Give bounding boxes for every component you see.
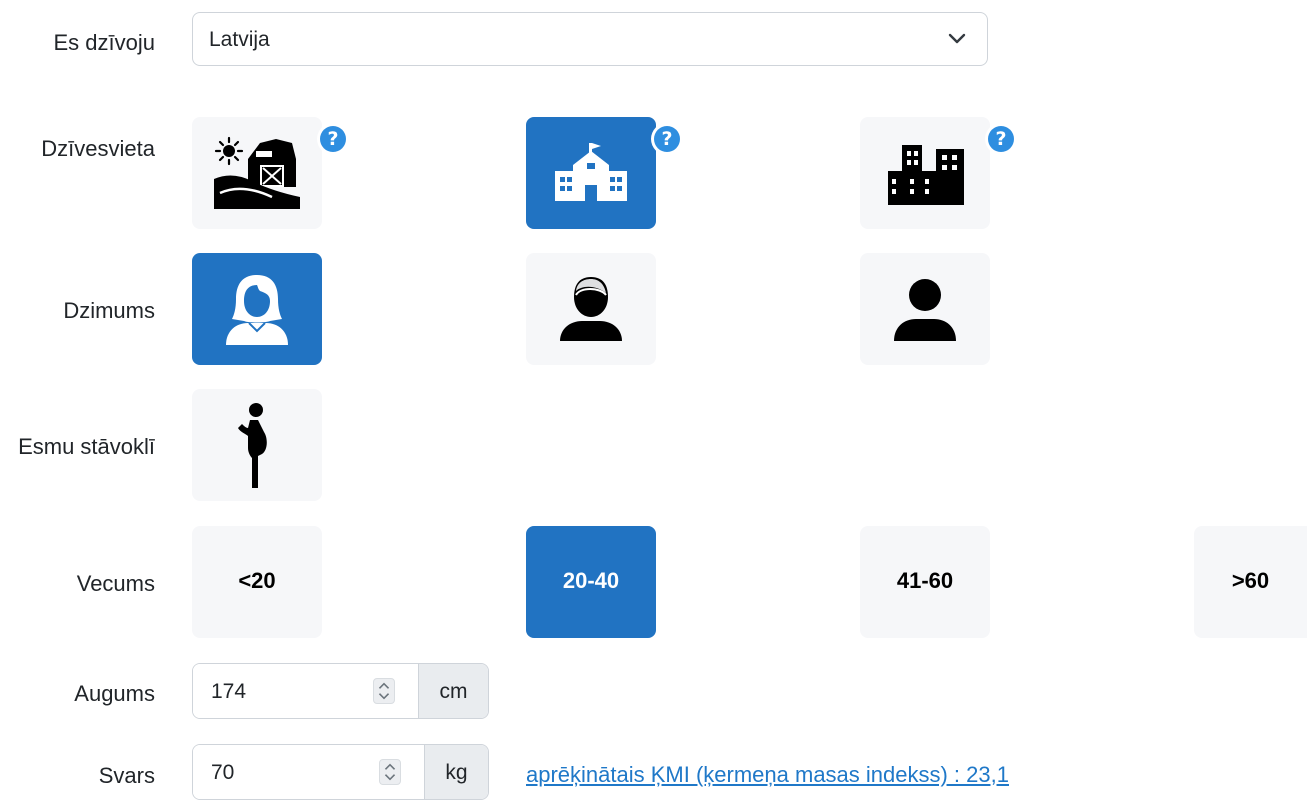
age-option-over-60[interactable]: >60	[1194, 526, 1307, 638]
residence-help-button-2[interactable]: ?	[651, 123, 683, 155]
gender-label: Dzimums	[63, 298, 155, 323]
country-label: Es dzīvoju	[53, 30, 156, 55]
age-option-label: 41-60	[896, 568, 954, 593]
age-option-under-20[interactable]: <20	[192, 526, 322, 638]
weight-input-group: 70 kg	[192, 744, 489, 800]
height-input-group: 174 cm	[192, 663, 489, 719]
gender-option-female[interactable]	[192, 253, 322, 365]
pregnant-woman-icon	[238, 403, 267, 488]
question-icon: ?	[988, 126, 1014, 152]
weight-spinner[interactable]	[379, 759, 401, 785]
school-building-icon	[555, 143, 627, 201]
question-icon: ?	[320, 126, 346, 152]
country-select[interactable]: Latvija	[192, 12, 988, 66]
age-option-41-60[interactable]: 41-60	[860, 526, 990, 638]
chevron-down-icon	[948, 33, 966, 44]
height-spinner[interactable]	[373, 678, 395, 704]
city-buildings-icon	[888, 145, 964, 205]
age-option-20-40[interactable]: 20-40	[526, 526, 656, 638]
age-option-label: <20	[238, 568, 276, 593]
weight-label: Svars	[98, 763, 155, 788]
residence-label: Dzīvesvieta	[41, 136, 155, 161]
spinner-arrows-icon	[378, 682, 390, 700]
age-option-label: 20-40	[562, 568, 620, 593]
residence-option-town[interactable]	[526, 117, 656, 229]
residence-option-rural[interactable]	[192, 117, 322, 229]
male-user-icon	[560, 277, 622, 341]
spinner-arrows-icon	[384, 763, 396, 781]
height-input-value: 174	[211, 680, 247, 703]
pregnancy-label: Esmu stāvoklī	[18, 434, 155, 459]
age-label: Vecums	[76, 571, 155, 596]
height-unit: cm	[418, 664, 488, 718]
residence-help-button-3[interactable]: ?	[985, 123, 1017, 155]
height-label: Augums	[74, 681, 155, 706]
gender-option-male[interactable]	[526, 253, 656, 365]
question-icon: ?	[654, 126, 680, 152]
height-input[interactable]: 174	[193, 664, 419, 718]
weight-unit: kg	[424, 745, 488, 799]
gender-option-unspecified[interactable]	[860, 253, 990, 365]
residence-help-button-1[interactable]: ?	[317, 123, 349, 155]
height-unit-text: cm	[439, 680, 468, 703]
residence-option-city[interactable]	[860, 117, 990, 229]
user-icon	[894, 279, 956, 341]
weight-unit-text: kg	[445, 761, 468, 784]
pregnancy-option[interactable]	[192, 389, 322, 501]
bmi-link[interactable]: aprēķinātais ĶMI (ķermeņa masas indekss)…	[526, 762, 1009, 788]
age-option-label: >60	[1231, 568, 1270, 593]
weight-input-value: 70	[211, 761, 235, 784]
country-select-value: Latvija	[209, 28, 270, 51]
female-user-icon	[226, 275, 288, 345]
farm-icon	[214, 136, 300, 209]
weight-input[interactable]: 70	[193, 745, 425, 799]
